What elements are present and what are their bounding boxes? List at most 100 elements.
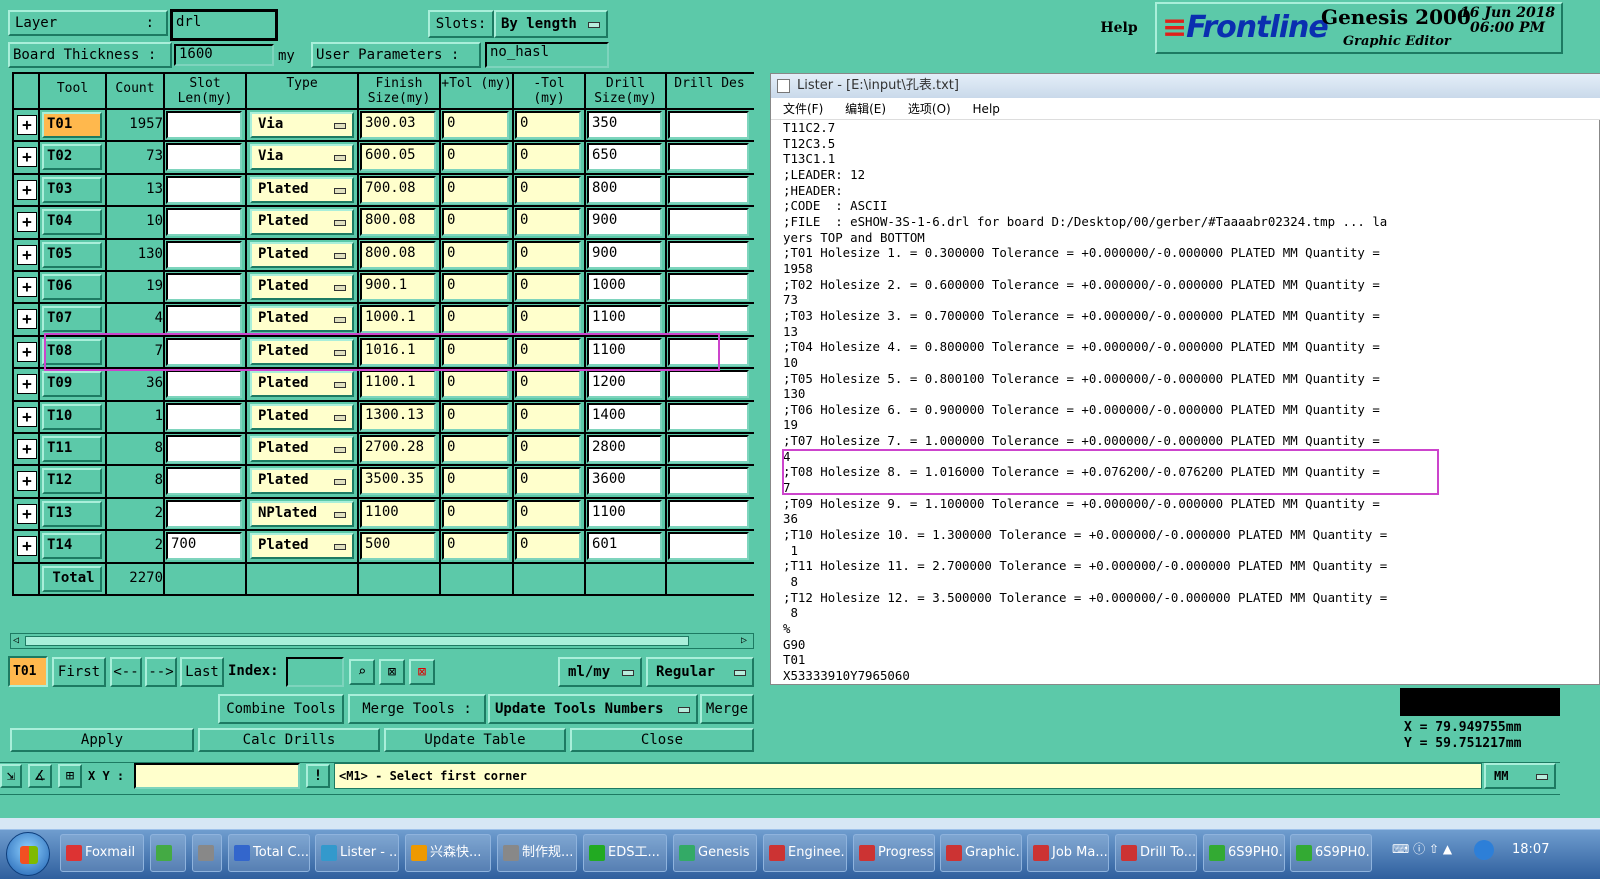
slots-dropdown[interactable]: By length (494, 10, 608, 38)
taskbar-item[interactable]: Graphic... (940, 834, 1022, 872)
drill-size-field[interactable]: 1100 (587, 499, 662, 528)
first-button[interactable]: First (52, 657, 106, 687)
taskbar-item[interactable]: Genesis (673, 834, 757, 872)
menu-help[interactable]: Help (973, 102, 1000, 116)
drill-size-field[interactable]: 1000 (587, 273, 662, 301)
minus-tol-field[interactable]: 0 (515, 499, 581, 528)
expand-icon[interactable]: + (17, 212, 37, 233)
minus-tol-field[interactable]: 0 (515, 273, 581, 301)
drill-size-field[interactable]: 3600 (587, 467, 662, 496)
slot-length-field[interactable] (166, 370, 242, 399)
type-dropdown[interactable]: Plated (250, 403, 354, 430)
merge-button[interactable]: Merge (700, 694, 754, 724)
type-dropdown[interactable]: Plated (250, 533, 354, 560)
type-dropdown[interactable]: Plated (250, 241, 354, 268)
plus-tol-field[interactable]: 0 (442, 370, 509, 399)
expand-icon[interactable]: + (17, 406, 37, 427)
drill-size-field[interactable]: 650 (587, 143, 662, 172)
expand-icon[interactable]: + (17, 439, 37, 459)
taskbar-item[interactable] (150, 834, 186, 872)
scroll-right-icon[interactable]: ▷ (741, 636, 751, 646)
drill-des-field[interactable] (668, 467, 749, 496)
scroll-left-icon[interactable]: ◁ (13, 636, 23, 646)
lister-title-bar[interactable]: Lister - [E:\input\孔表.txt] (771, 74, 1600, 98)
drill-size-field[interactable]: 1400 (587, 402, 662, 431)
taskbar-item[interactable]: 6S9PH0... (1290, 834, 1372, 872)
plus-tol-field[interactable]: 0 (442, 111, 509, 139)
minus-tol-field[interactable]: 0 (515, 111, 581, 139)
expand-icon[interactable]: + (17, 277, 37, 297)
plus-tol-field[interactable]: 0 (442, 175, 509, 204)
grid-icon[interactable]: ⊞ (58, 764, 82, 788)
plus-tol-field[interactable]: 0 (442, 402, 509, 431)
minus-tol-field[interactable]: 0 (515, 208, 581, 237)
drill-size-field[interactable]: 601 (587, 532, 662, 561)
tool-button[interactable]: T02 (42, 144, 102, 171)
tool-button[interactable]: T03 (42, 176, 102, 203)
slot-length-field[interactable] (166, 175, 242, 204)
taskbar-item[interactable]: Foxmail (60, 834, 144, 872)
plus-tol-field[interactable]: 0 (442, 143, 509, 172)
drill-des-field[interactable] (668, 143, 749, 172)
select-icon[interactable]: ⊠ (379, 659, 405, 685)
expand-icon[interactable]: + (17, 179, 37, 200)
menu-file[interactable]: 文件(F) (783, 102, 823, 116)
network-icon[interactable] (1474, 840, 1494, 860)
clock[interactable]: 18:07 (1512, 842, 1549, 857)
plus-tol-field[interactable]: 0 (442, 499, 509, 528)
units-status-dropdown[interactable]: MM (1484, 763, 1556, 789)
zoom-icon[interactable]: ⇲ (0, 764, 22, 788)
taskbar-item[interactable]: 兴森快... (405, 834, 491, 872)
taskbar-item[interactable]: 6S9PH0... (1203, 834, 1285, 872)
board-thickness-field[interactable]: 1600 (174, 44, 274, 66)
type-dropdown[interactable]: Plated (250, 306, 354, 333)
menu-options[interactable]: 选项(O) (908, 102, 951, 116)
tool-button[interactable]: T11 (42, 436, 102, 462)
slot-length-field[interactable] (166, 111, 242, 139)
last-button[interactable]: Last (180, 657, 224, 687)
tool-button[interactable]: T05 (42, 241, 102, 268)
tool-button[interactable]: T13 (42, 500, 102, 527)
drill-des-field[interactable] (668, 370, 749, 399)
minus-tol-field[interactable]: 0 (515, 402, 581, 431)
calc-drills-button[interactable]: Calc Drills (198, 728, 380, 752)
drill-size-field[interactable]: 900 (587, 208, 662, 237)
close-button[interactable]: Close (570, 728, 754, 752)
drill-des-field[interactable] (668, 208, 749, 237)
drill-size-field[interactable]: 350 (587, 111, 662, 139)
minus-tol-field[interactable]: 0 (515, 143, 581, 172)
slot-length-field[interactable] (166, 305, 242, 334)
minus-tol-field[interactable]: 0 (515, 370, 581, 399)
finish-size-field[interactable]: 800.08 (360, 240, 436, 269)
finish-size-field[interactable]: 1100 (360, 499, 436, 528)
next-button[interactable]: --> (145, 657, 177, 687)
drill-des-field[interactable] (668, 435, 749, 463)
help-button[interactable]: Help (1090, 14, 1148, 44)
type-dropdown[interactable]: Plated (250, 371, 354, 398)
finish-size-field[interactable]: 300.03 (360, 111, 436, 139)
finish-size-field[interactable]: 900.1 (360, 273, 436, 301)
layer-field[interactable]: drl (170, 9, 278, 41)
tool-button[interactable]: T04 (42, 209, 102, 236)
drill-size-field[interactable]: 1200 (587, 370, 662, 399)
drill-des-field[interactable] (668, 499, 749, 528)
prev-button[interactable]: <-- (110, 657, 142, 687)
slot-length-field[interactable] (166, 143, 242, 172)
user-params-field[interactable]: no_hasl (485, 42, 609, 68)
start-button[interactable] (6, 832, 50, 876)
slot-length-field[interactable] (166, 467, 242, 496)
drill-size-field[interactable]: 900 (587, 240, 662, 269)
drill-des-field[interactable] (668, 273, 749, 301)
drill-des-field[interactable] (668, 240, 749, 269)
drill-des-field[interactable] (668, 305, 749, 334)
update-table-button[interactable]: Update Table (384, 728, 566, 752)
expand-icon[interactable]: + (17, 536, 37, 557)
expand-icon[interactable]: + (17, 147, 37, 168)
type-dropdown[interactable]: Plated (250, 468, 354, 495)
alert-icon[interactable]: ! (306, 764, 330, 788)
expand-icon[interactable]: + (17, 341, 37, 362)
minus-tol-field[interactable]: 0 (515, 467, 581, 496)
xy-input[interactable] (134, 763, 300, 789)
taskbar-item[interactable]: 制作规... (497, 834, 577, 872)
expand-icon[interactable]: + (17, 115, 37, 135)
